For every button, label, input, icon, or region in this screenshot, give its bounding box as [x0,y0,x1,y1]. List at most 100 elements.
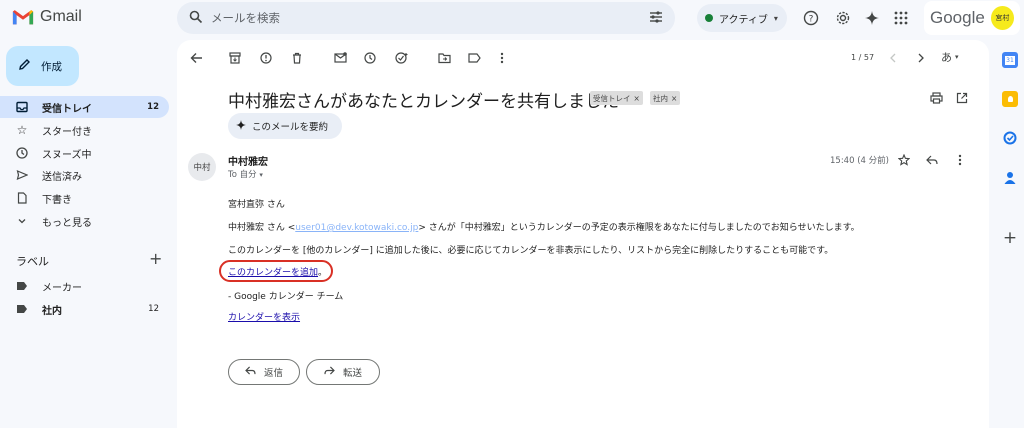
signature-text: - Google カレンダー チーム [228,292,344,302]
google-logo: Google [930,8,985,27]
chevron-down-icon: ▾ [773,13,778,23]
reply-label: 返信 [263,368,283,379]
sidebar-item-sent[interactable]: 送信済み [0,164,169,186]
email-timestamp: 15:40 (4 分前) [830,156,889,166]
sidebar-item-label: 受信トレイ [42,103,92,115]
label-icon[interactable] [467,51,481,65]
greeting-text: 宮村直弥 さん [228,200,285,210]
gmail-m-icon [12,10,34,25]
view-calendar-link[interactable]: カレンダーを表示 [228,313,300,323]
sidebar-item-more[interactable]: もっと見る [0,210,169,232]
input-tools-button[interactable]: あ ▾ [941,49,959,65]
gemini-sparkle-icon[interactable] [861,7,883,29]
more-vert-icon[interactable] [495,51,509,65]
clock-icon [16,147,28,159]
highlight-circle [219,260,333,282]
forward-button[interactable]: 転送 [306,359,380,385]
search-bar[interactable]: メールを検索 [177,2,675,34]
svg-text:?: ? [809,15,814,25]
draft-icon [16,192,28,204]
report-spam-icon[interactable] [259,51,273,65]
unread-count: 12 [147,102,159,112]
forward-icon [324,366,335,378]
calendar-app-icon[interactable]: 31 [1002,52,1018,68]
search-input[interactable]: メールを検索 [211,10,649,26]
pager-count: 1 / 57 [851,53,875,62]
archive-icon[interactable] [228,51,242,65]
sidebar-item-label-maker[interactable]: メーカー [0,275,169,297]
trash-icon[interactable] [290,51,304,65]
gmail-logo[interactable]: Gmail [12,8,82,26]
view-calendar-line: カレンダーを表示 [228,310,300,323]
app-name: Gmail [40,8,82,25]
status-button[interactable]: アクティブ ▾ [697,4,787,32]
recipient-details[interactable]: To 自分 ▾ [228,168,263,180]
search-options-icon[interactable] [649,10,663,26]
sender-name[interactable]: 中村雅宏 [228,153,268,168]
chevron-down-icon: ▾ [259,171,263,179]
account-avatar[interactable]: 宮村 [990,6,1014,30]
google-account-box[interactable]: Google 宮村 [924,1,1020,35]
forward-label: 転送 [342,368,362,379]
sender-email-link[interactable]: user01@dev.kotowaki.co.jp [295,223,418,233]
summarize-label: このメールを要約 [252,122,329,133]
reply-button[interactable]: 返信 [228,359,300,385]
label-tag-icon [16,303,28,315]
status-dot-icon [705,14,713,22]
sidebar-item-drafts[interactable]: 下書き [0,187,169,209]
help-icon[interactable]: ? [800,7,822,29]
sparkle-icon [236,119,246,133]
add-task-icon[interactable] [394,51,408,65]
print-icon[interactable] [929,91,943,105]
sidebar-item-starred[interactable]: ☆ スター付き [0,119,169,141]
inbox-icon [16,101,28,113]
reply-icon [245,366,256,378]
gear-icon[interactable] [832,7,854,29]
body-text: > さんが「中村雅宏」というカレンダーの予定の表示権限をあなたに付与しましたので… [418,223,860,233]
add-label-icon[interactable]: + [149,249,162,268]
contacts-app-icon[interactable] [1002,170,1018,186]
reply-icon[interactable] [925,153,939,167]
recipient-label: To 自分 [228,170,257,180]
chip-label: 社内 [653,93,668,103]
chevron-left-icon[interactable] [886,51,900,65]
close-icon[interactable]: × [634,94,640,103]
move-to-folder-icon[interactable] [437,51,451,65]
sidebar-item-label: スター付き [42,126,92,138]
sidebar-item-label: 送信済み [42,171,82,183]
more-vert-icon[interactable] [953,153,967,167]
send-icon [16,169,28,181]
sidebar-item-label: もっと見る [42,217,92,229]
sidebar-item-inbox[interactable]: 受信トレイ 12 [0,96,169,118]
labels-heading: ラベル [16,255,49,268]
star-icon[interactable] [897,153,911,167]
chevron-right-icon[interactable] [914,51,928,65]
sender-avatar[interactable]: 中村 [188,153,216,181]
sidebar-item-label: メーカー [42,282,82,294]
back-arrow-icon[interactable] [189,51,203,65]
snooze-clock-icon[interactable] [363,51,377,65]
add-addon-icon[interactable]: + [1002,230,1018,247]
close-icon[interactable]: × [671,94,677,103]
summarize-button[interactable]: このメールを要約 [228,113,342,139]
compose-button[interactable]: 作成 [6,46,79,86]
input-tools-label: あ [941,51,952,64]
star-icon: ☆ [16,123,28,137]
search-icon[interactable] [189,10,203,27]
keep-app-icon[interactable] [1002,91,1018,107]
body-text: 中村雅宏 さん < [228,223,296,233]
label-chip-inbox[interactable]: 受信トレイ × [590,91,643,105]
pencil-icon [18,58,31,74]
chevron-down-icon: ▾ [955,53,959,61]
unread-count: 12 [148,304,159,314]
apps-grid-icon[interactable] [890,7,912,29]
email-subject: 中村雅宏さんがあなたとカレンダーを共有しました [228,92,619,112]
open-new-window-icon[interactable] [955,91,969,105]
body-paragraph-2: このカレンダーを [他のカレンダー] に追加した後に、必要に応じてカレンダーを非… [228,246,834,256]
tasks-app-icon[interactable] [1002,130,1018,146]
sidebar-item-snoozed[interactable]: スヌーズ中 [0,142,169,164]
sidebar-item-label: スヌーズ中 [42,149,92,161]
label-chip-internal[interactable]: 社内 × [650,91,681,105]
sidebar-item-label-internal[interactable]: 社内 12 [0,298,169,320]
mark-unread-icon[interactable] [333,51,347,65]
